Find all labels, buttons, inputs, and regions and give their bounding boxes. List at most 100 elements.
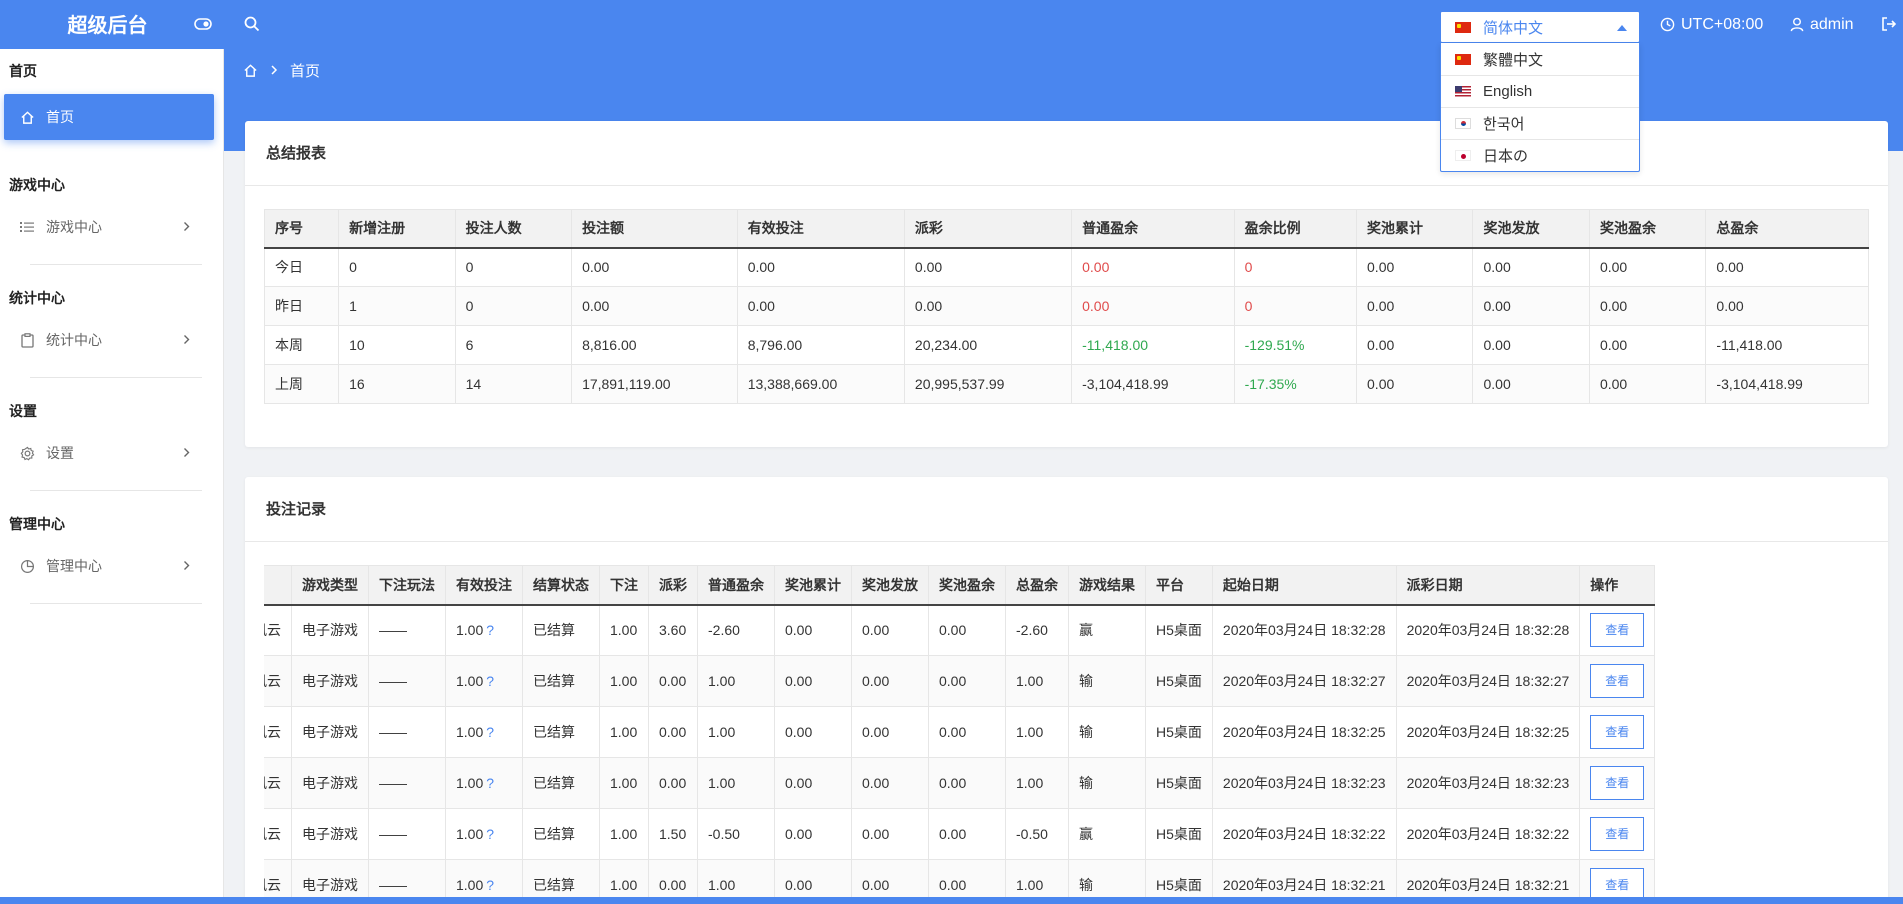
chevron-right-icon — [180, 443, 192, 461]
brand-title: 超级后台 — [67, 15, 148, 37]
sidebar-item-admin-center[interactable]: 管理中心 — [4, 543, 214, 589]
language-option-label: English — [1483, 83, 1533, 100]
bets-cell: 已结算 — [522, 604, 600, 656]
summary-cell: -3,104,418.99 — [1071, 364, 1235, 404]
summary-cell: 1 — [338, 286, 456, 326]
bets-cell: 电子游戏 — [291, 706, 369, 758]
summary-column-header: 普通盈余 — [1071, 209, 1235, 249]
bets-cell: -2.60 — [697, 604, 775, 656]
view-button[interactable]: 查看 — [1590, 664, 1645, 698]
summary-column-header: 奖池发放 — [1472, 209, 1590, 249]
summary-column-header: 投注人数 — [454, 209, 573, 249]
bets-cell: H5桌面 — [1145, 757, 1213, 809]
summary-cell: 0.00 — [1356, 325, 1474, 365]
bets-cell: 2020年03月24日 18:32:25 — [1395, 706, 1581, 758]
sidebar-item-home[interactable]: 首页 — [4, 94, 214, 140]
summary-cell: 0.00 — [1588, 247, 1707, 287]
summary-column-header: 总盈余 — [1705, 209, 1869, 249]
sidebar-item-game-center[interactable]: 游戏中心 — [4, 204, 214, 250]
help-icon[interactable]: ? — [486, 622, 494, 638]
search-icon[interactable] — [242, 14, 262, 34]
bets-cell: 输 — [1068, 757, 1146, 809]
language-option-label: 日本の — [1483, 148, 1529, 165]
bets-column-header: 普通盈余 — [697, 565, 775, 606]
sidebar-item-settings[interactable]: 设置 — [4, 430, 214, 476]
language-selected: 简体中文 — [1483, 19, 1544, 37]
sidebar-group-title-admin: 管理中心 — [9, 516, 65, 532]
bets-column-header: 奖池发放 — [851, 565, 929, 606]
bets-cell: 1.00 — [599, 604, 649, 656]
bets-cell: 0.00 — [928, 706, 1006, 758]
view-button[interactable]: 查看 — [1590, 766, 1645, 800]
bets-column-header: 奖池盈余 — [928, 565, 1006, 606]
bottom-scrollbar[interactable] — [0, 897, 1903, 904]
breadcrumb: 首页 — [243, 58, 320, 82]
summary-cell: 0.00 — [903, 247, 1073, 287]
summary-cell: 20,995,537.99 — [903, 364, 1073, 404]
bets-cell: 1.00? — [445, 655, 523, 707]
language-option-en[interactable]: English — [1441, 75, 1639, 107]
summary-cell: 14 — [454, 364, 573, 404]
bets-cell: 1.00 — [599, 808, 649, 860]
bets-column-header: 下注玩法 — [368, 565, 446, 606]
help-icon[interactable]: ? — [486, 877, 494, 893]
summary-cell: 本周 — [263, 325, 340, 365]
help-icon[interactable]: ? — [486, 673, 494, 689]
bets-cell: 赢 — [1068, 808, 1146, 860]
bets-cell: —— — [368, 655, 446, 707]
timezone-display[interactable]: UTC+08:00 — [1660, 0, 1763, 49]
summary-cell: 8,796.00 — [736, 325, 905, 365]
logout-icon[interactable] — [1879, 14, 1899, 34]
summary-cell: 0.00 — [1588, 364, 1707, 404]
bets-cell: -0.50 — [697, 808, 775, 860]
bets-action-cell: 查看 — [1579, 808, 1656, 860]
bets-column-header: 操作 — [1579, 565, 1656, 606]
sidebar-toggle-icon[interactable] — [193, 14, 213, 34]
bets-cell: 2020年03月24日 18:32:23 — [1211, 757, 1397, 809]
bets-column-header: 派彩日期 — [1395, 565, 1581, 606]
bets-cell: H5桌面 — [1145, 808, 1213, 860]
summary-cell: 0 — [338, 247, 456, 287]
bets-table-scroll[interactable]: 游戏类型 下注玩法 有效投注 结算状态 下注 派彩 普通盈余 奖池累计 奖池发放 奖池盈余 总盈余游… — [264, 565, 1869, 904]
bets-cell: 1.00 — [1005, 757, 1069, 809]
bets-table: 游戏类型 下注玩法 有效投注 结算状态 下注 派彩 普通盈余 奖池累计 奖池发放 奖池盈余 总盈余游… — [264, 565, 1656, 904]
bets-cell: 风云 — [264, 655, 292, 707]
language-select[interactable]: 简体中文 — [1440, 11, 1640, 43]
bets-cell: 1.50 — [648, 808, 698, 860]
summary-cell: 0.00 — [1472, 364, 1590, 404]
bets-column-header: 下注 — [599, 565, 649, 606]
bets-action-cell: 查看 — [1579, 757, 1656, 809]
bets-cell: 输 — [1068, 706, 1146, 758]
bets-cell: 2020年03月24日 18:32:23 — [1395, 757, 1581, 809]
bets-cell: 电子游戏 — [291, 808, 369, 860]
view-button[interactable]: 查看 — [1590, 817, 1645, 851]
view-button[interactable]: 查看 — [1590, 613, 1645, 648]
summary-cell: 0.00 — [571, 286, 738, 326]
user-menu[interactable]: admin — [1790, 0, 1854, 49]
summary-cell: 0.00 — [1588, 325, 1707, 365]
bets-column-header: 起始日期 — [1211, 565, 1397, 606]
summary-row: 本周 10 6 8,816.00 8,796.00 20,234.00 -11,418.00… — [263, 325, 1869, 365]
summary-column-header: 有效投注 — [736, 209, 905, 249]
summary-cell: 0.00 — [1071, 247, 1235, 287]
bets-column-header: 平台 — [1145, 565, 1213, 606]
language-option-zh-hant[interactable]: 繁體中文 — [1441, 43, 1639, 75]
bets-cell: 风云 — [264, 604, 292, 656]
chevron-right-icon — [180, 556, 192, 574]
view-button[interactable]: 查看 — [1590, 715, 1645, 749]
username: admin — [1810, 16, 1854, 33]
language-option-ja[interactable]: 日本の — [1441, 139, 1639, 171]
summary-cell: 0 — [1233, 247, 1358, 287]
help-icon[interactable]: ? — [486, 724, 494, 740]
bets-row: 风云电子游戏——1.00?已结算1.001.50-0.500.000.000.0… — [264, 808, 1656, 860]
summary-cell: 0.00 — [1705, 286, 1869, 326]
language-option-ko[interactable]: 한국어 — [1441, 107, 1639, 139]
home-icon[interactable] — [243, 63, 258, 78]
bets-cell: 已结算 — [522, 757, 600, 809]
summary-card: 总结报表 序号 新增注册 投注人数 投注额 有效投注 派彩 普通盈余 盈余比例 奖池累计 奖池发放… — [245, 121, 1888, 447]
help-icon[interactable]: ? — [486, 826, 494, 842]
gear-icon — [18, 444, 36, 462]
sidebar-item-stats-center[interactable]: 统计中心 — [4, 317, 214, 363]
pie-chart-icon — [18, 557, 36, 575]
help-icon[interactable]: ? — [486, 775, 494, 791]
